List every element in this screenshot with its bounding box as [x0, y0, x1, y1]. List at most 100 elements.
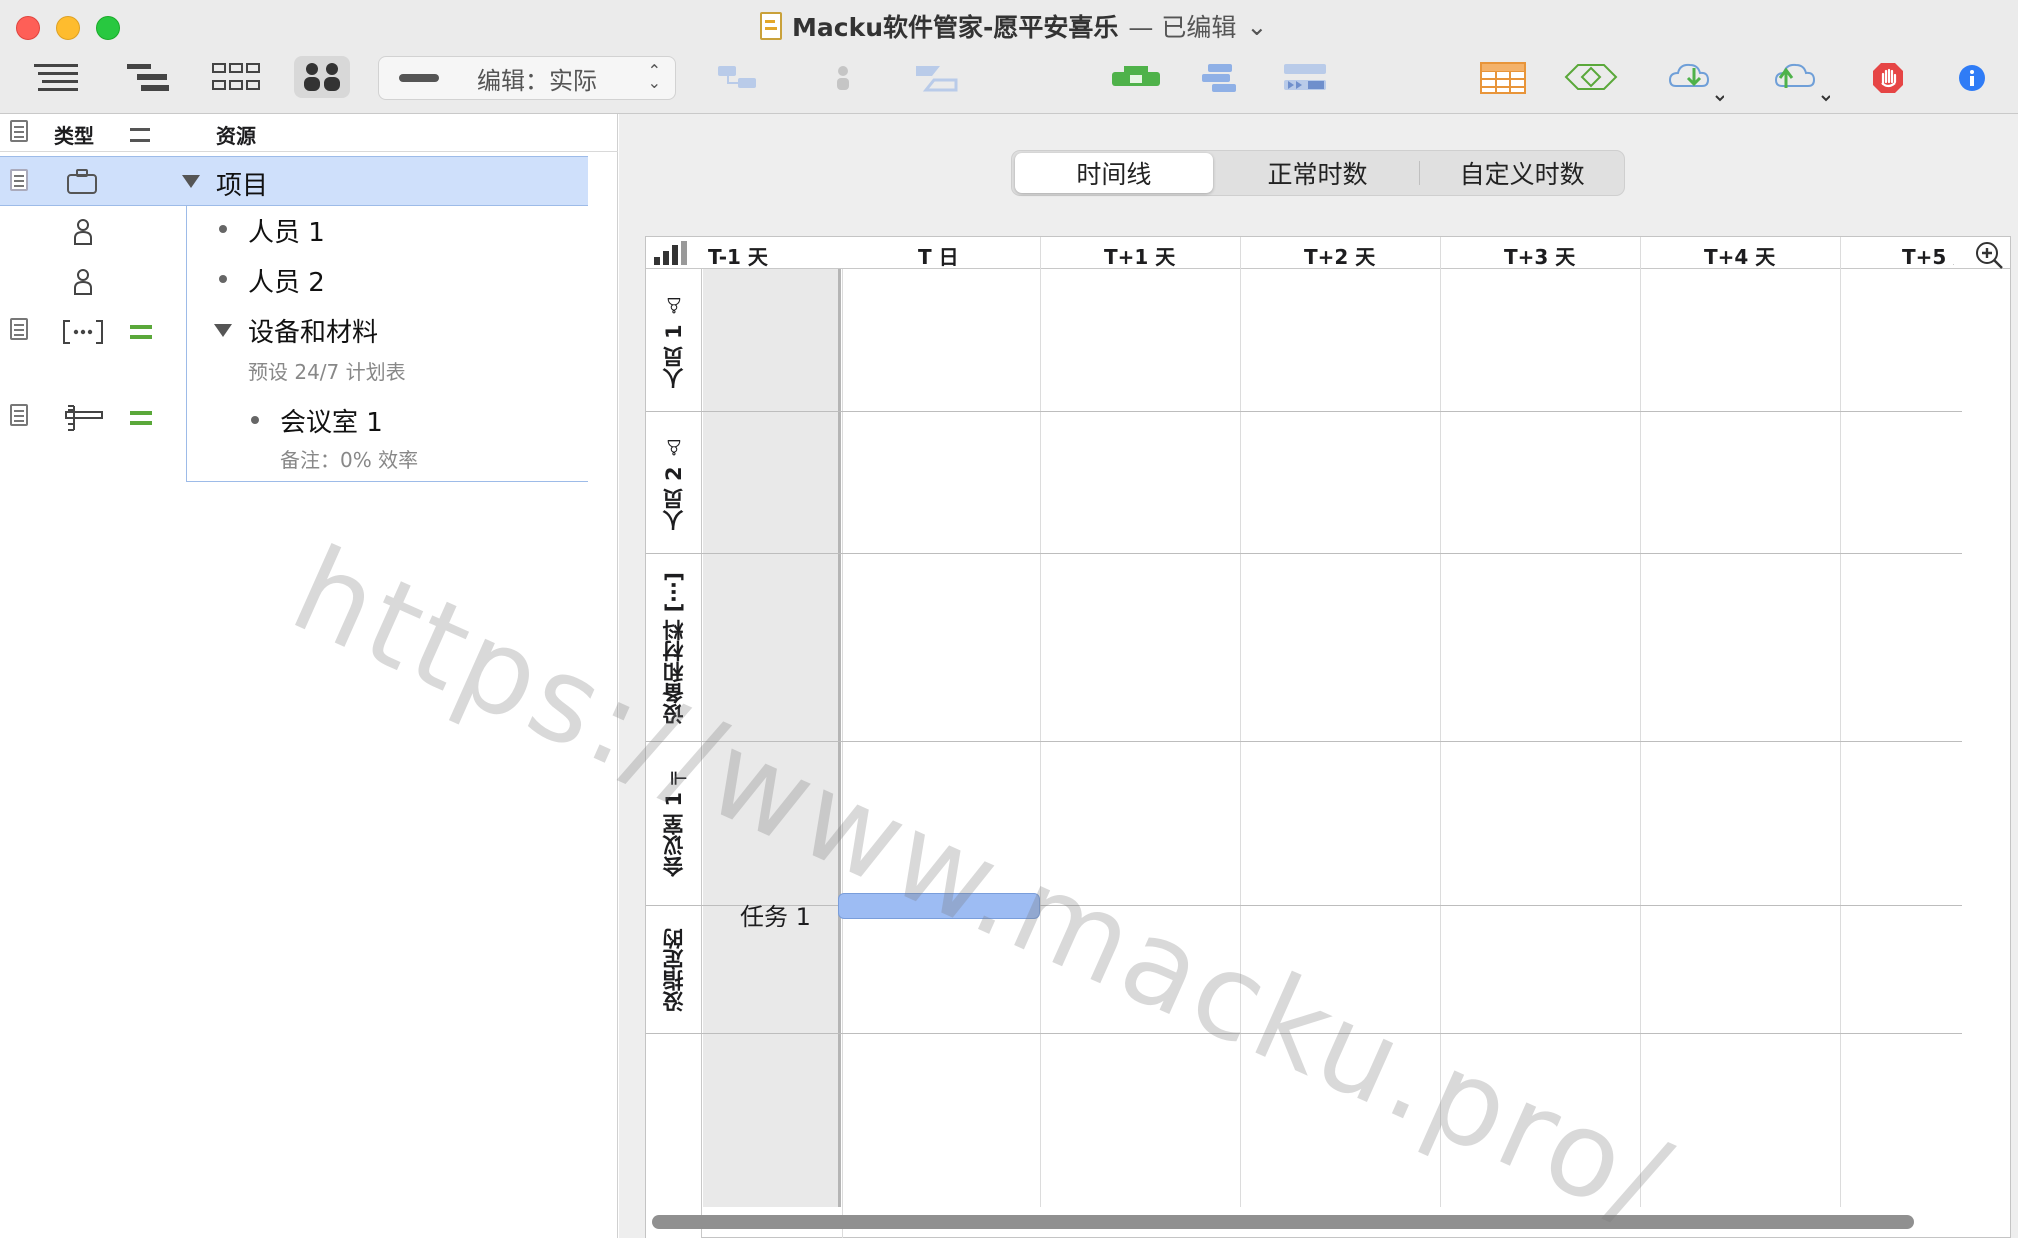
- reschedule-icon[interactable]: [1282, 62, 1328, 94]
- tab-normal-hours[interactable]: 正常时数: [1219, 153, 1417, 193]
- room-icon: ╤: [662, 771, 686, 785]
- resource-column-header[interactable]: 资源: [216, 120, 256, 149]
- briefcase-icon: [67, 169, 97, 194]
- edit-mode-select[interactable]: 编辑：实际 ⌃ ⌄: [378, 56, 676, 100]
- project-group: [186, 206, 588, 482]
- app-window: Macku软件管家-愿平安喜乐 — 已编辑 ⌄ 编辑：实际 ⌃ ⌄ 类型 资源 …: [0, 0, 2018, 1238]
- outline-view-button[interactable]: [28, 56, 84, 98]
- calendar-note: 预设 24/7 计划表: [248, 360, 406, 384]
- day-label: T+1 天: [1104, 245, 1176, 269]
- zoom-window-button[interactable]: [96, 16, 120, 40]
- note-icon[interactable]: [10, 404, 28, 426]
- level-resources-icon[interactable]: [1110, 64, 1162, 90]
- status-green-icon: [130, 411, 152, 425]
- day-label: T+2 天: [1304, 245, 1376, 269]
- updown-chevron-icon: ⌃ ⌄: [647, 61, 661, 92]
- timeline-row-equipment[interactable]: 设备和材料 [⋯]: [646, 555, 702, 741]
- status-column-icon[interactable]: [130, 128, 150, 142]
- edit-mode-icon: [399, 74, 439, 82]
- info-icon[interactable]: [1958, 64, 1986, 92]
- spreadsheet-view-icon[interactable]: [1480, 62, 1526, 94]
- zoom-in-icon[interactable]: [1974, 241, 2004, 269]
- task-label[interactable]: 任务 1: [740, 897, 811, 932]
- assign-person-icon[interactable]: [834, 64, 852, 92]
- type-column-header[interactable]: 类型: [54, 120, 94, 149]
- day-label: T+4 天: [1704, 245, 1776, 269]
- outline-column-header: 类型 资源: [0, 114, 618, 152]
- outline-row-meeting-room[interactable]: 会议室 1: [280, 402, 383, 439]
- gantt-view-button[interactable]: [120, 56, 176, 98]
- gantt-view-icon: [127, 64, 169, 91]
- connect-tasks-icon[interactable]: [716, 64, 760, 92]
- disclosure-triangle-icon[interactable]: [214, 324, 232, 337]
- note-column-icon[interactable]: [10, 120, 28, 142]
- resource-outline: 类型 资源 项目 人员 1 人员 2 设备和材料 预设 24/7 计划表 会议室…: [0, 114, 618, 1238]
- person-icon: [74, 219, 92, 245]
- row-divider: [646, 1033, 1962, 1034]
- tab-custom-hours[interactable]: 自定义时数: [1423, 153, 1621, 193]
- row-label-text: 没指定的: [662, 928, 686, 1012]
- note-icon[interactable]: [10, 169, 28, 191]
- resource-timeline-pane: 时间线 正常时数 自定义时数 T-1 天 T 日 T+1 天 T+2 天 T+3…: [619, 114, 2018, 1238]
- timeline-row-unassigned[interactable]: 没指定的: [646, 907, 702, 1033]
- edited-status: — 已编辑: [1128, 13, 1237, 42]
- person-icon: [74, 269, 92, 295]
- row-label-text: 会议室 1 ╤: [662, 771, 686, 877]
- past-day-shade: [703, 269, 841, 1207]
- tab-timeline[interactable]: 时间线: [1015, 153, 1213, 193]
- bullet: [251, 416, 259, 424]
- catch-up-tasks-icon[interactable]: [1200, 62, 1240, 94]
- minimize-window-button[interactable]: [56, 16, 80, 40]
- milestone-filter-icon[interactable]: [1564, 62, 1618, 92]
- day-label: T-1 天: [708, 245, 768, 269]
- network-view-button[interactable]: [208, 56, 264, 98]
- status-green-icon: [130, 325, 152, 339]
- person-icon: ♙: [662, 435, 686, 460]
- timeline-grid[interactable]: T-1 天 T 日 T+1 天 T+2 天 T+3 天 T+4 天 T+5 天: [645, 236, 2011, 1238]
- day-gridline: [1040, 237, 1041, 1207]
- bullet: [219, 275, 227, 283]
- outline-row-project[interactable]: 项目: [0, 156, 588, 206]
- day-label: T 日: [918, 245, 959, 269]
- disclosure-triangle-icon[interactable]: [182, 175, 200, 188]
- row-label: 项目: [216, 171, 269, 201]
- room-icon: [65, 405, 103, 431]
- row-label-text: 人员 2 ♙: [662, 435, 686, 531]
- person-icon: ♙: [662, 293, 686, 318]
- row-label-text: 人员 1 ♙: [662, 293, 686, 389]
- titlebar: Macku软件管家-愿平安喜乐 — 已编辑 ⌄ 编辑：实际 ⌃ ⌄: [0, 0, 2018, 114]
- outline-row-person-2[interactable]: 人员 2: [248, 262, 325, 299]
- stop-hand-icon[interactable]: [1872, 62, 1904, 94]
- day-gridline: [1440, 237, 1441, 1207]
- day-gridline: [842, 269, 843, 1238]
- task-bar[interactable]: [838, 893, 1040, 919]
- outline-row-equipment[interactable]: 设备和材料: [248, 312, 378, 349]
- equipment-icon: [⋯]: [662, 571, 686, 612]
- split-task-icon[interactable]: [914, 62, 958, 94]
- chevron-down-icon: ⌄: [1246, 11, 1268, 41]
- note-icon[interactable]: [10, 318, 28, 340]
- timeline-row-person-2[interactable]: 人员 2 ♙: [646, 413, 702, 553]
- row-divider: [646, 553, 1962, 554]
- window-title[interactable]: Macku软件管家-愿平安喜乐 — 已编辑 ⌄: [760, 8, 1267, 44]
- window-title-text: Macku软件管家-愿平安喜乐: [792, 13, 1119, 42]
- row-height-icon[interactable]: [652, 239, 692, 267]
- day-label: T+3 天: [1504, 245, 1576, 269]
- close-window-button[interactable]: [16, 16, 40, 40]
- cloud-upload-icon[interactable]: [1772, 60, 1830, 104]
- resource-view-button[interactable]: [294, 56, 350, 98]
- row-label-text: 设备和材料 [⋯]: [662, 571, 686, 725]
- cloud-download-icon[interactable]: [1668, 60, 1724, 104]
- timeline-row-meeting-room[interactable]: 会议室 1 ╤: [646, 743, 702, 905]
- efficiency-note: 备注：0% 效率: [280, 448, 419, 472]
- network-view-icon: [212, 63, 260, 90]
- outline-view-icon: [34, 63, 78, 91]
- timeline-mode-segmented-control[interactable]: 时间线 正常时数 自定义时数: [1011, 150, 1625, 196]
- horizontal-scrollbar[interactable]: [652, 1215, 1914, 1229]
- timeline-row-person-1[interactable]: 人员 1 ♙: [646, 271, 702, 411]
- day-gridline: [1840, 237, 1841, 1207]
- row-divider: [646, 741, 1962, 742]
- equipment-icon: [63, 320, 103, 344]
- outline-row-person-1[interactable]: 人员 1: [248, 212, 325, 249]
- timeline-day-header: T-1 天 T 日 T+1 天 T+2 天 T+3 天 T+4 天 T+5 天: [646, 237, 2010, 269]
